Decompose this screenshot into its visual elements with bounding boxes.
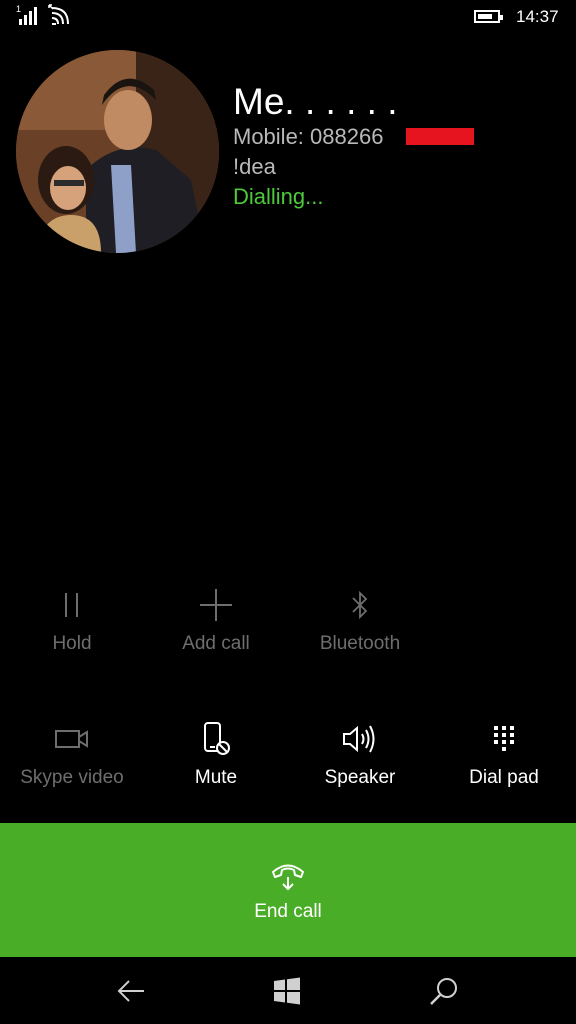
pause-icon bbox=[0, 585, 144, 625]
status-bar: 1 14:37 bbox=[0, 0, 576, 34]
speaker-icon bbox=[288, 719, 432, 759]
plus-icon bbox=[144, 585, 288, 625]
skype-video-label: Skype video bbox=[20, 767, 124, 788]
dial-pad-button[interactable]: Dial pad bbox=[432, 719, 576, 789]
speaker-button[interactable]: Speaker bbox=[288, 719, 432, 789]
mute-phone-icon bbox=[144, 719, 288, 759]
battery-fill bbox=[478, 14, 492, 19]
end-call-button[interactable]: End call bbox=[0, 823, 576, 957]
back-arrow-icon[interactable] bbox=[111, 971, 151, 1011]
bluetooth-button[interactable]: Bluetooth bbox=[288, 585, 432, 655]
contact-avatar bbox=[16, 50, 219, 253]
sim-label: 1 bbox=[16, 4, 22, 14]
bluetooth-icon bbox=[288, 585, 432, 625]
navigation-bar bbox=[0, 957, 576, 1024]
search-icon[interactable] bbox=[424, 971, 464, 1011]
signal-icon: 1 bbox=[16, 4, 42, 25]
mute-label: Mute bbox=[194, 767, 238, 788]
end-call-icon bbox=[268, 857, 308, 897]
end-call-label: End call bbox=[254, 901, 322, 922]
clock: 14:37 bbox=[516, 7, 559, 26]
mute-button[interactable]: Mute bbox=[144, 719, 288, 789]
redaction-bar bbox=[406, 128, 474, 145]
hold-label: Hold bbox=[52, 633, 92, 654]
skype-video-button[interactable]: Skype video bbox=[0, 719, 144, 789]
call-status: Dialling... bbox=[233, 184, 324, 209]
dialpad-icon bbox=[432, 719, 576, 759]
video-camera-icon bbox=[0, 719, 144, 759]
windows-start-icon[interactable] bbox=[267, 971, 307, 1011]
hold-button[interactable]: Hold bbox=[0, 585, 144, 655]
speaker-label: Speaker bbox=[324, 767, 396, 788]
add-call-button[interactable]: Add call bbox=[144, 585, 288, 655]
contact-number: Mobile: 088266 bbox=[233, 124, 384, 149]
carrier-name: !dea bbox=[233, 154, 276, 179]
contact-name: Me. . . . . . bbox=[233, 81, 398, 122]
bluetooth-label: Bluetooth bbox=[319, 633, 401, 654]
battery-icon bbox=[474, 10, 503, 23]
dial-pad-label: Dial pad bbox=[469, 767, 539, 788]
wifi-calling-icon bbox=[48, 4, 72, 26]
add-call-label: Add call bbox=[182, 633, 250, 654]
